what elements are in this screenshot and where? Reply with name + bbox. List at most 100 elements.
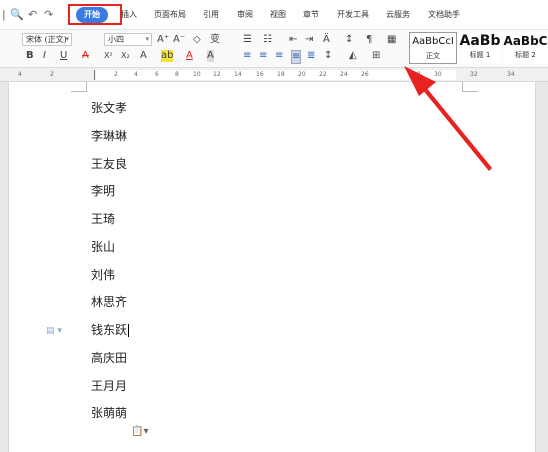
char-shading-button[interactable]: A xyxy=(207,50,214,62)
ruler-label: 4 xyxy=(18,71,22,78)
align-center-icon[interactable]: ≡ xyxy=(259,50,267,62)
text-caret xyxy=(128,324,130,337)
text-line: 张文孝 xyxy=(91,101,128,115)
ruler-label: 34 xyxy=(507,71,515,78)
print-preview-icon[interactable]: 🔍 xyxy=(10,8,24,22)
text-line: 张山 xyxy=(91,240,116,254)
ruler-label: 6 xyxy=(155,71,159,78)
redo-icon[interactable]: ↷ xyxy=(44,8,53,22)
text-line: 王友良 xyxy=(91,157,128,171)
style-normal-sample: AaBbCcI xyxy=(412,36,454,47)
superscript-button[interactable]: X² xyxy=(104,50,113,62)
tab-insert[interactable]: 插入 xyxy=(121,9,137,21)
ruler-label: 30 xyxy=(434,71,442,78)
shading-icon[interactable]: ◭ xyxy=(349,50,357,62)
ruler-label: 32 xyxy=(470,71,478,78)
underline-button[interactable]: U xyxy=(60,50,67,62)
subscript-button[interactable]: X₂ xyxy=(121,50,130,62)
font-size-select[interactable]: 小四 ▾ xyxy=(104,33,152,46)
style-heading-2-sample: AaBbC xyxy=(503,34,548,48)
ruler-label: 2 xyxy=(114,71,118,78)
horizontal-ruler[interactable]: 4 2 2 4 6 8 10 12 14 16 18 20 22 24 26 2… xyxy=(0,68,548,82)
bar-icon: | xyxy=(2,8,6,21)
margin-corner-top-left xyxy=(71,82,87,92)
ruler-label: 12 xyxy=(213,71,221,78)
table-border-icon[interactable]: ▦ xyxy=(387,34,396,46)
decrease-indent-icon[interactable]: ⇤ xyxy=(289,34,297,46)
text-line: 王琦 xyxy=(91,212,116,226)
align-right-icon[interactable]: ≡ xyxy=(275,50,283,62)
style-normal-label: 正文 xyxy=(426,52,440,60)
grow-font-button[interactable]: A⁺ xyxy=(157,34,169,46)
pinyin-button[interactable]: 变 xyxy=(210,34,220,46)
tab-page-layout[interactable]: 页面布局 xyxy=(154,9,186,21)
ruler-label: 24 xyxy=(340,71,348,78)
numbered-list-icon[interactable]: ☷ xyxy=(263,34,272,46)
chevron-down-icon: ▾ xyxy=(65,35,69,43)
ruler-label: 16 xyxy=(256,71,264,78)
text-line: 王月月 xyxy=(91,379,128,393)
ruler-label: 14 xyxy=(234,71,242,78)
justify-icon[interactable]: ≡ xyxy=(291,50,302,64)
font-name-select[interactable]: 宋体 (正文) ▾ xyxy=(22,33,72,46)
ruler-label: 28 xyxy=(413,71,421,78)
tab-developer[interactable]: 开发工具 xyxy=(337,9,369,21)
tab-review[interactable]: 审阅 xyxy=(237,9,253,21)
align-left-icon[interactable]: ≡ xyxy=(243,50,251,62)
show-marks-icon[interactable]: ¶ xyxy=(366,34,372,46)
font-color-button[interactable]: A xyxy=(186,50,193,62)
style-heading-1-label: 标题 1 xyxy=(469,51,491,59)
highlight-box xyxy=(68,4,122,25)
tab-doc-assistant[interactable]: 文档助手 xyxy=(428,9,460,21)
tab-cloud[interactable]: 云服务 xyxy=(386,9,410,21)
text-line-content: 钱东跃 xyxy=(91,323,128,337)
style-heading-1[interactable]: AaBb 标题 1 xyxy=(458,32,502,64)
shrink-font-button[interactable]: A⁻ xyxy=(173,34,185,46)
ruler-label: 18 xyxy=(277,71,285,78)
text-line: 李明 xyxy=(91,184,116,198)
undo-icon[interactable]: ↶ xyxy=(28,8,37,22)
style-normal[interactable]: AaBbCcI 正文 xyxy=(409,32,457,64)
bold-button[interactable]: B xyxy=(26,50,34,62)
ruler-label: 2 xyxy=(50,71,54,78)
text-line: 刘伟 xyxy=(91,268,116,282)
chinese-layout-icon[interactable]: Ä xyxy=(323,34,330,46)
paragraph-handle-icon[interactable]: ▤ ▾ xyxy=(46,326,62,336)
tab-section[interactable]: 章节 xyxy=(303,9,319,21)
ruler-label: 20 xyxy=(298,71,306,78)
highlight-button[interactable]: ab xyxy=(161,50,174,62)
text-line: 张萌萌 xyxy=(91,406,128,420)
home-toolbar: 宋体 (正文) ▾ 小四 ▾ A⁺ A⁻ ◇ 变 ☰ ☷ ⇤ ⇥ Ä ↕ ¶ ▦… xyxy=(0,30,548,68)
document-page[interactable]: 张文孝 李琳琳 王友良 李明 王琦 张山 刘伟 林思齐 钱东跃 高庆田 王月月 … xyxy=(8,82,536,452)
strikethrough-button[interactable]: A xyxy=(82,50,89,62)
ruler-label: 10 xyxy=(193,71,201,78)
text-effect-button[interactable]: A xyxy=(140,50,147,62)
document-area: 张文孝 李琳琳 王友良 李明 王琦 张山 刘伟 林思齐 钱东跃 高庆田 王月月 … xyxy=(0,82,548,452)
clear-format-icon[interactable]: ◇ xyxy=(193,34,201,46)
chevron-down-icon: ▾ xyxy=(145,35,149,43)
distributed-align-icon[interactable]: ≣ xyxy=(307,50,315,62)
menu-tab-bar: | 🔍 ↶ ↷ 开始 插入 页面布局 引用 审阅 视图 章节 开发工具 云服务 … xyxy=(0,0,548,30)
ruler-label: 26 xyxy=(361,71,369,78)
paste-options-icon[interactable]: 📋▾ xyxy=(131,426,148,437)
margin-corner-top-right xyxy=(462,82,478,92)
line-spacing-icon[interactable]: ↕ xyxy=(324,50,332,62)
increase-indent-icon[interactable]: ⇥ xyxy=(305,34,313,46)
text-line-current: 钱东跃 xyxy=(91,323,130,338)
border-icon[interactable]: ⊞ xyxy=(372,50,380,62)
italic-button[interactable]: I xyxy=(43,50,46,62)
tab-references[interactable]: 引用 xyxy=(203,9,219,21)
text-line: 林思齐 xyxy=(91,295,128,309)
ruler-label: 22 xyxy=(319,71,327,78)
indent-marker[interactable] xyxy=(94,70,95,80)
ruler-label: 8 xyxy=(175,71,179,78)
font-size-value: 小四 xyxy=(108,35,124,44)
text-line: 李琳琳 xyxy=(91,129,128,143)
ruler-label: 4 xyxy=(134,71,138,78)
bullet-list-icon[interactable]: ☰ xyxy=(243,34,252,46)
style-heading-2[interactable]: AaBbC 标题 2 xyxy=(503,32,548,64)
font-name-value: 宋体 (正文) xyxy=(26,35,67,44)
tab-view[interactable]: 视图 xyxy=(270,9,286,21)
ruler-text-area xyxy=(96,70,456,80)
sort-icon[interactable]: ↕ xyxy=(345,34,353,46)
